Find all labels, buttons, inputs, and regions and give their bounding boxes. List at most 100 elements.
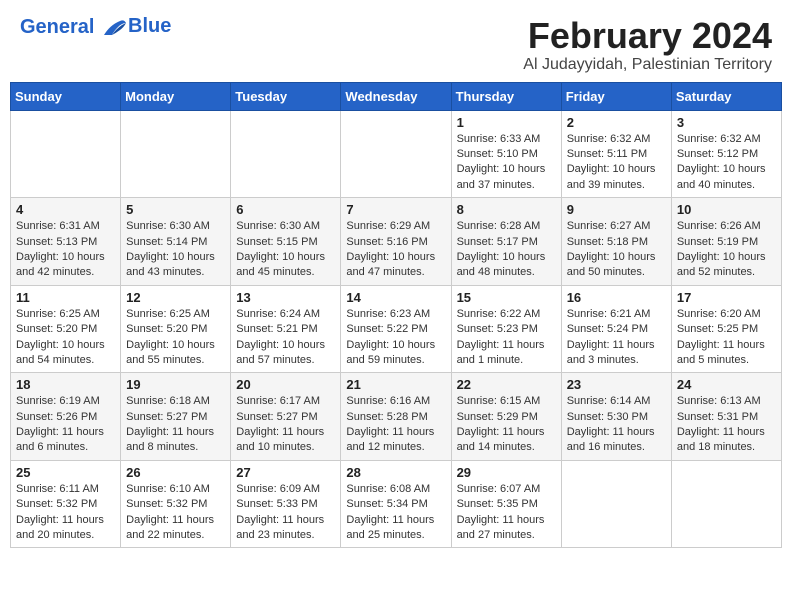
day-number: 10 (677, 202, 776, 217)
day-cell: 29 Sunrise: 6:07 AM Sunset: 5:35 PM Dayli… (451, 460, 561, 548)
day-cell: 3Sunrise: 6:32 AM Sunset: 5:12 PM Daylig… (671, 110, 781, 198)
day-info: Sunrise: 6:32 AM Sunset: 5:12 PM Dayligh… (677, 132, 776, 194)
day-number: 18 (16, 377, 115, 392)
calendar-table: SundayMondayTuesdayWednesdayThursdayFrid… (10, 82, 782, 549)
calendar-header: SundayMondayTuesdayWednesdayThursdayFrid… (11, 82, 782, 110)
day-cell: 27 Sunrise: 6:09 AM Sunset: 5:33 PM Dayli… (231, 460, 341, 548)
day-info: Sunrise: 6:21 AM Sunset: 5:24 PM Dayligh… (567, 307, 666, 369)
day-number: 25 (16, 465, 115, 480)
logo-bird-icon (102, 17, 128, 39)
day-cell: 15Sunrise: 6:22 AM Sunset: 5:23 PM Dayli… (451, 285, 561, 373)
day-info: Sunrise: 6:29 AM Sunset: 5:16 PM Dayligh… (346, 219, 445, 281)
day-info: Sunrise: 6:20 AM Sunset: 5:25 PM Dayligh… (677, 307, 776, 369)
title-block: February 2024 Al Judayyidah, Palestinian… (523, 16, 772, 74)
day-info: Sunrise: 6:28 AM Sunset: 5:17 PM Dayligh… (457, 219, 556, 281)
day-cell: 8Sunrise: 6:28 AM Sunset: 5:17 PM Daylig… (451, 198, 561, 286)
day-cell: 9Sunrise: 6:27 AM Sunset: 5:18 PM Daylig… (561, 198, 671, 286)
day-cell: 13 Sunrise: 6:24 AM Sunset: 5:21 PM Dayli… (231, 285, 341, 373)
week-row-0: 1 Sunrise: 6:33 AM Sunset: 5:10 PM Daylig… (11, 110, 782, 198)
logo-text: General Blue (20, 16, 171, 39)
day-info: Sunrise: 6:30 AM Sunset: 5:15 PM Dayligh… (236, 219, 335, 281)
day-info: Sunrise: 6:10 AM Sunset: 5:32 PM Dayligh… (126, 482, 225, 544)
day-number: 11 (16, 290, 115, 305)
day-number: 4 (16, 202, 115, 217)
day-cell (121, 110, 231, 198)
header-cell-tuesday: Tuesday (231, 82, 341, 110)
day-number: 24 (677, 377, 776, 392)
day-cell (561, 460, 671, 548)
page-header: General Blue February 2024 Al Judayyidah… (0, 0, 792, 82)
week-row-1: 4 Sunrise: 6:31 AM Sunset: 5:13 PM Daylig… (11, 198, 782, 286)
day-cell: 10Sunrise: 6:26 AM Sunset: 5:19 PM Dayli… (671, 198, 781, 286)
day-number: 6 (236, 202, 335, 217)
day-cell: 7 Sunrise: 6:29 AM Sunset: 5:16 PM Daylig… (341, 198, 451, 286)
day-cell: 19 Sunrise: 6:18 AM Sunset: 5:27 PM Dayli… (121, 373, 231, 461)
day-number: 2 (567, 115, 666, 130)
day-number: 20 (236, 377, 335, 392)
calendar-wrapper: SundayMondayTuesdayWednesdayThursdayFrid… (0, 82, 792, 559)
week-row-4: 25 Sunrise: 6:11 AM Sunset: 5:32 PM Dayli… (11, 460, 782, 548)
day-info: Sunrise: 6:33 AM Sunset: 5:10 PM Dayligh… (457, 132, 556, 194)
day-number: 26 (126, 465, 225, 480)
header-cell-saturday: Saturday (671, 82, 781, 110)
header-cell-sunday: Sunday (11, 82, 121, 110)
day-info: Sunrise: 6:08 AM Sunset: 5:34 PM Dayligh… (346, 482, 445, 544)
header-cell-wednesday: Wednesday (341, 82, 451, 110)
day-cell: 26 Sunrise: 6:10 AM Sunset: 5:32 PM Dayli… (121, 460, 231, 548)
day-cell: 21 Sunrise: 6:16 AM Sunset: 5:28 PM Dayli… (341, 373, 451, 461)
day-cell: 28 Sunrise: 6:08 AM Sunset: 5:34 PM Dayli… (341, 460, 451, 548)
week-row-3: 18 Sunrise: 6:19 AM Sunset: 5:26 PM Dayli… (11, 373, 782, 461)
day-cell: 6 Sunrise: 6:30 AM Sunset: 5:15 PM Daylig… (231, 198, 341, 286)
day-info: Sunrise: 6:31 AM Sunset: 5:13 PM Dayligh… (16, 219, 115, 281)
day-info: Sunrise: 6:15 AM Sunset: 5:29 PM Dayligh… (457, 394, 556, 456)
logo: General Blue (20, 16, 171, 39)
header-cell-monday: Monday (121, 82, 231, 110)
day-cell: 1 Sunrise: 6:33 AM Sunset: 5:10 PM Daylig… (451, 110, 561, 198)
day-cell: 2 Sunrise: 6:32 AM Sunset: 5:11 PM Daylig… (561, 110, 671, 198)
day-cell: 17 Sunrise: 6:20 AM Sunset: 5:25 PM Dayli… (671, 285, 781, 373)
day-cell: 23Sunrise: 6:14 AM Sunset: 5:30 PM Dayli… (561, 373, 671, 461)
header-cell-friday: Friday (561, 82, 671, 110)
day-number: 29 (457, 465, 556, 480)
day-cell (11, 110, 121, 198)
day-info: Sunrise: 6:16 AM Sunset: 5:28 PM Dayligh… (346, 394, 445, 456)
day-info: Sunrise: 6:11 AM Sunset: 5:32 PM Dayligh… (16, 482, 115, 544)
day-number: 16 (567, 290, 666, 305)
day-number: 19 (126, 377, 225, 392)
header-cell-thursday: Thursday (451, 82, 561, 110)
day-number: 27 (236, 465, 335, 480)
day-info: Sunrise: 6:23 AM Sunset: 5:22 PM Dayligh… (346, 307, 445, 369)
day-number: 13 (236, 290, 335, 305)
day-info: Sunrise: 6:25 AM Sunset: 5:20 PM Dayligh… (126, 307, 225, 369)
calendar-body: 1 Sunrise: 6:33 AM Sunset: 5:10 PM Daylig… (11, 110, 782, 548)
day-info: Sunrise: 6:22 AM Sunset: 5:23 PM Dayligh… (457, 307, 556, 369)
day-number: 1 (457, 115, 556, 130)
page-title: February 2024 (523, 16, 772, 56)
day-cell: 24Sunrise: 6:13 AM Sunset: 5:31 PM Dayli… (671, 373, 781, 461)
logo-general: General (20, 16, 94, 38)
day-info: Sunrise: 6:07 AM Sunset: 5:35 PM Dayligh… (457, 482, 556, 544)
day-info: Sunrise: 6:27 AM Sunset: 5:18 PM Dayligh… (567, 219, 666, 281)
day-info: Sunrise: 6:32 AM Sunset: 5:11 PM Dayligh… (567, 132, 666, 194)
day-info: Sunrise: 6:18 AM Sunset: 5:27 PM Dayligh… (126, 394, 225, 456)
day-info: Sunrise: 6:09 AM Sunset: 5:33 PM Dayligh… (236, 482, 335, 544)
day-number: 21 (346, 377, 445, 392)
day-cell: 5Sunrise: 6:30 AM Sunset: 5:14 PM Daylig… (121, 198, 231, 286)
day-number: 7 (346, 202, 445, 217)
day-cell: 14 Sunrise: 6:23 AM Sunset: 5:22 PM Dayli… (341, 285, 451, 373)
day-info: Sunrise: 6:24 AM Sunset: 5:21 PM Dayligh… (236, 307, 335, 369)
day-info: Sunrise: 6:30 AM Sunset: 5:14 PM Dayligh… (126, 219, 225, 281)
day-number: 14 (346, 290, 445, 305)
day-number: 12 (126, 290, 225, 305)
day-number: 17 (677, 290, 776, 305)
day-number: 28 (346, 465, 445, 480)
day-number: 22 (457, 377, 556, 392)
day-cell (671, 460, 781, 548)
day-cell (231, 110, 341, 198)
day-cell: 18 Sunrise: 6:19 AM Sunset: 5:26 PM Dayli… (11, 373, 121, 461)
week-row-2: 11 Sunrise: 6:25 AM Sunset: 5:20 PM Dayli… (11, 285, 782, 373)
day-info: Sunrise: 6:19 AM Sunset: 5:26 PM Dayligh… (16, 394, 115, 456)
day-cell: 16 Sunrise: 6:21 AM Sunset: 5:24 PM Dayli… (561, 285, 671, 373)
day-cell: 4 Sunrise: 6:31 AM Sunset: 5:13 PM Daylig… (11, 198, 121, 286)
day-cell: 11Sunrise: 6:25 AM Sunset: 5:20 PM Dayli… (11, 285, 121, 373)
